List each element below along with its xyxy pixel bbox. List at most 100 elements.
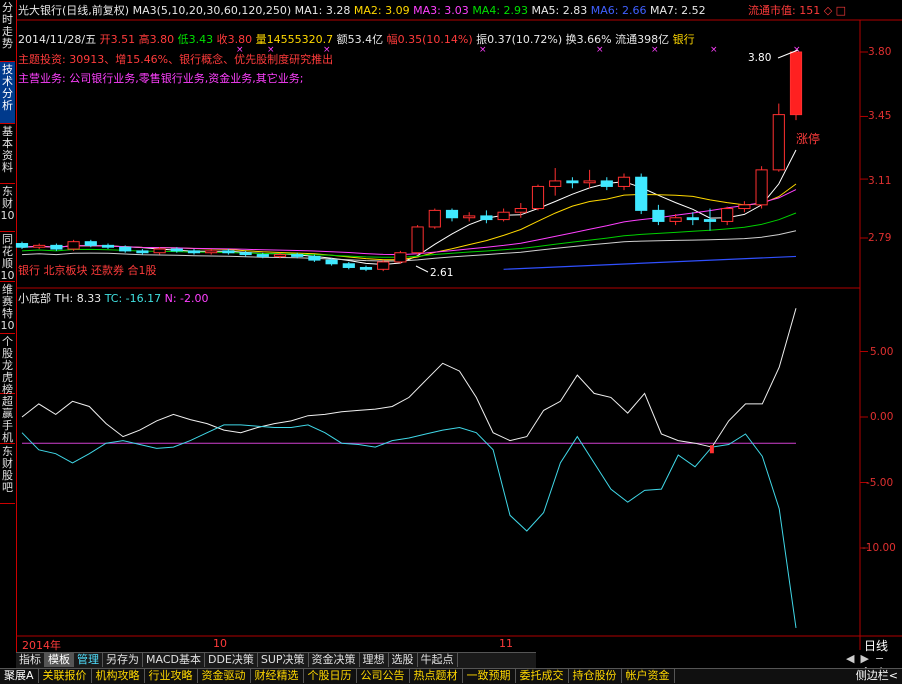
sidebar-toggle[interactable]: 侧边栏< [856, 669, 898, 683]
tc-line [21, 424, 797, 628]
function-tab[interactable]: 行业攻略 [145, 669, 198, 683]
candle-body [325, 259, 338, 265]
function-tabs: 聚展A 关联报价 机构攻略 行业攻略 资金驱动 财经精选 个股日历 公司公告 热点题材 一致预期委… [0, 669, 675, 683]
candle-body [205, 250, 218, 254]
function-tab[interactable]: 持仓股份 [569, 669, 622, 683]
candle-body [50, 244, 63, 250]
price-tick: 3.45 [868, 110, 892, 122]
candle-body [480, 215, 493, 221]
candle-body [755, 169, 768, 206]
bottom-tab[interactable]: 管理 [74, 653, 103, 667]
bottom-tab[interactable]: 资金决策 [309, 653, 360, 667]
candle-body [703, 219, 717, 222]
candle-body [342, 263, 355, 268]
candle-body [170, 248, 183, 252]
indicator-th: TH: 8.33 [54, 292, 102, 305]
candle-body [119, 246, 132, 252]
candle-body [669, 217, 682, 222]
candle-body [789, 51, 803, 116]
time-label-nov: 11 [499, 637, 513, 650]
candle-body [600, 180, 613, 187]
indicator-tick: -5.00 [866, 477, 894, 489]
function-tab[interactable]: 财经精选 [251, 669, 304, 683]
candle-body [772, 114, 785, 171]
bottom-tab[interactable]: MACD基本 [143, 653, 205, 667]
signal-marker: × [596, 45, 604, 55]
indicator-n: N: -2.00 [164, 292, 209, 305]
candle-body [239, 252, 252, 256]
candle-body [394, 252, 407, 263]
price-grid [860, 51, 868, 239]
candle-body [187, 250, 201, 254]
function-tab[interactable]: 公司公告 [357, 669, 410, 683]
bottom-tab[interactable]: 指标 [16, 653, 45, 667]
chart-canvas[interactable]: ×××××××× [0, 0, 902, 660]
candle-body [617, 176, 631, 187]
bottom-tab[interactable]: 理想 [360, 653, 389, 667]
candle-body [256, 254, 269, 257]
candle-body [686, 217, 699, 221]
candle-body [84, 241, 97, 246]
price-tick: 3.11 [868, 175, 892, 187]
candle-body [291, 254, 304, 257]
candle-body [738, 204, 751, 210]
candle-body [33, 244, 46, 248]
function-tab[interactable]: 热点题材 [410, 669, 463, 683]
th-line [21, 308, 797, 448]
candle-body [652, 209, 665, 222]
price-tick: 2.79 [868, 232, 892, 244]
function-tab[interactable]: 聚展A [0, 669, 39, 683]
candle-body [377, 261, 390, 270]
candle-body [153, 248, 166, 254]
indicator-name[interactable]: 小底部 [18, 292, 51, 305]
candle-body [445, 209, 459, 219]
limit-up-label: 涨停 [796, 132, 821, 146]
candle-body [359, 266, 373, 270]
prev-icon[interactable]: ◀ [846, 652, 860, 665]
minus-icon[interactable]: − [875, 652, 890, 665]
indicator-tick: 0.00 [870, 411, 894, 423]
candle-body [721, 208, 734, 222]
signal-marker: × [710, 45, 718, 55]
bottom-tab[interactable]: 牛起点 [418, 653, 458, 667]
candle-body [15, 243, 29, 248]
indicator-tc: TC: -16.17 [104, 292, 162, 305]
next-icon[interactable]: ▶ [860, 652, 874, 665]
candle-body [549, 180, 562, 187]
candle-body [497, 211, 510, 221]
bottom-function-bar: 聚展A 关联报价 机构攻略 行业攻略 资金驱动 财经精选 个股日历 公司公告 热点题材 一致预期委… [0, 668, 902, 684]
candles [15, 51, 803, 272]
candle-body [308, 255, 321, 261]
candle-body [463, 215, 476, 219]
min-price-label: 2.61 [430, 267, 454, 279]
ma-line [21, 189, 797, 256]
bottom-tab[interactable]: 另存为 [103, 653, 143, 667]
function-tab[interactable]: 帐户资金 [622, 669, 675, 683]
bottom-tab[interactable]: SUP决策 [258, 653, 309, 667]
bottom-tab-bar: 指标 模板 管理 另存为 MACD基本 DDE决策 SUP决策 资金决策 理想 选股 牛起点 [16, 652, 536, 668]
max-price-label: 3.80 [748, 52, 772, 64]
indicator-lines [21, 308, 797, 628]
candle-body [101, 244, 115, 248]
price-tick: 3.80 [868, 46, 892, 58]
indicator-header: 小底部 TH: 8.33 TC: -16.17 N: -2.00 [18, 290, 209, 306]
function-tab[interactable]: 关联报价 [39, 669, 92, 683]
ma6-line [503, 255, 797, 270]
signal-marker: × [323, 45, 331, 55]
function-tab[interactable]: 一致预期 [463, 669, 516, 683]
min-pointer [415, 265, 429, 273]
candle-body [428, 209, 441, 228]
function-tab[interactable]: 委托成交 [516, 669, 569, 683]
indicator-tick: 5.00 [870, 346, 894, 358]
signal-marker: × [651, 45, 659, 55]
signal-marker: × [479, 45, 487, 55]
candle-body [514, 208, 527, 213]
function-tab[interactable]: 个股日历 [304, 669, 357, 683]
function-tab[interactable]: 机构攻略 [92, 669, 145, 683]
function-tab[interactable]: 资金驱动 [198, 669, 251, 683]
indicator-grid [860, 351, 868, 549]
bottom-tab[interactable]: 选股 [389, 653, 418, 667]
bottom-tab[interactable]: DDE决策 [205, 653, 258, 667]
bottom-tab[interactable]: 模板 [45, 653, 74, 667]
signal-marker: × [267, 45, 275, 55]
